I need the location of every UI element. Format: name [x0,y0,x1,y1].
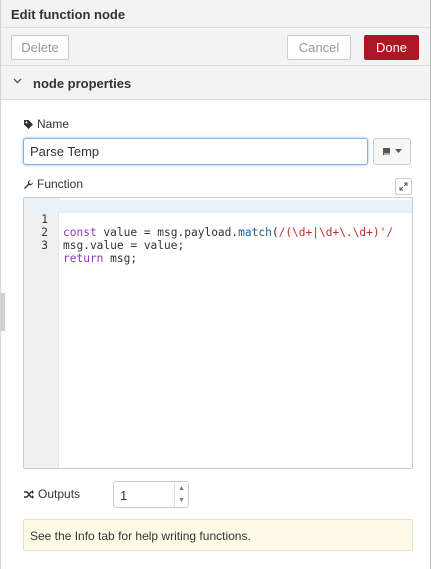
spinner-up-icon[interactable]: ▲ [178,485,185,492]
wrench-icon [24,179,33,189]
code-text: return msg; [63,252,138,265]
function-label: Function [23,177,83,191]
tray-header: Edit function node [1,0,430,28]
code-line[interactable]: 2 msg.value = value; [24,213,412,252]
section-title: node properties [33,76,132,91]
tray-toolbar: Delete Cancel Done [1,28,430,66]
spinner-down-icon[interactable]: ▼ [178,497,185,504]
cancel-button[interactable]: Cancel [287,35,351,60]
tray-resize-handle[interactable] [1,293,5,331]
code-line[interactable]: 3 return msg; [24,226,412,265]
node-properties-section[interactable]: node properties [1,66,430,100]
shuffle-icon [24,489,34,499]
outputs-value[interactable]: 1 [120,488,127,503]
done-button[interactable]: Done [364,35,419,60]
tag-icon [24,119,33,129]
outputs-spinner[interactable]: 1 ▲ ▼ [113,481,189,508]
name-label-text: Name [37,117,70,131]
outputs-label: Outputs [23,487,80,501]
spinner-arrows[interactable]: ▲ ▼ [174,482,188,507]
expand-editor-button[interactable] [395,178,412,195]
icon-picker-button[interactable] [373,138,411,165]
expand-icon [399,182,408,191]
function-code-editor[interactable]: 1 const value = msg.payload.match(/(\d+|… [23,197,413,469]
code-text: msg.value = value; [63,239,185,252]
edit-node-tray: Edit function node Delete Cancel Done no… [0,0,431,569]
help-tip: See the Info tab for help writing functi… [23,519,413,551]
caret-down-icon [395,149,402,153]
outputs-label-text: Outputs [38,487,81,501]
code-line[interactable]: 1 const value = msg.payload.match(/(\d+|… [24,200,412,239]
line-number: 3 [41,239,48,252]
chevron-down-icon [13,76,23,90]
name-label: Name [23,117,69,131]
function-label-text: Function [37,177,84,191]
tray-title: Edit function node [11,7,126,22]
book-icon [383,148,391,155]
delete-button[interactable]: Delete [11,35,69,60]
name-input[interactable] [23,138,368,165]
help-tip-text: See the Info tab for help writing functi… [30,529,251,543]
